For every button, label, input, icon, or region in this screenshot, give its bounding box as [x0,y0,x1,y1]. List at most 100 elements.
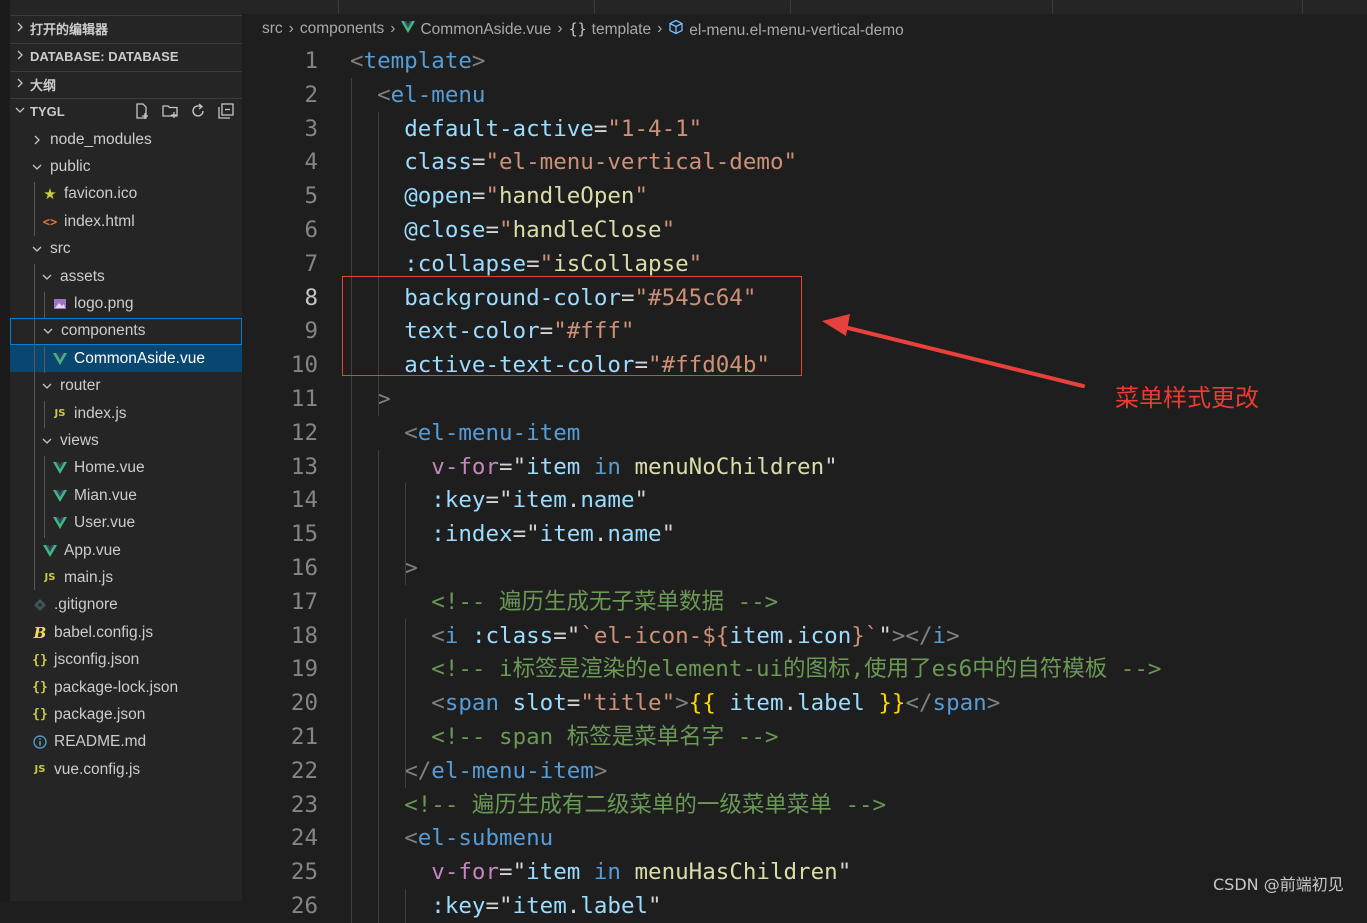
code-token: " [661,217,676,243]
code-token: < [350,48,364,74]
breadcrumb-item[interactable]: {} template [569,20,652,39]
code-line[interactable]: 13 v-for="item in menuNoChildren" [242,450,1367,484]
folder-item[interactable]: router [10,373,242,400]
code-line[interactable]: 22 </el-menu-item> [242,754,1367,788]
new-file-icon[interactable] [132,101,152,121]
highlight-box [342,276,802,376]
chevron-right-icon [30,134,44,146]
code-token: :key [431,893,486,919]
code-line[interactable]: 2 <el-menu [242,78,1367,112]
code-token: item [729,622,784,649]
code-token: isCollapse [553,250,689,277]
code-token: <!-- i标签是渲染的element-ui的图标,使用了es6中的自符模板 -… [431,656,1162,683]
code-line[interactable]: 5 @open="handleOpen" [242,179,1367,213]
file-item[interactable]: README.md [10,729,242,756]
file-item[interactable]: {} package.json [10,701,242,728]
code-token: span [444,690,500,717]
code-token: `el-icon-${ [580,622,730,649]
breadcrumb-separator-icon: › [657,20,663,37]
code-token: " [824,453,838,480]
code-text: <i :class="`el-icon-${item.icon}`"></i> [431,619,959,653]
code-token: span [932,690,987,717]
code-line[interactable]: 23 <!-- 遍历生成有二级菜单的一级菜单菜单 --> [242,788,1367,822]
code-token: :collapse [404,250,527,277]
file-item[interactable]: Bbabel.config.js [10,619,242,646]
breadcrumb-label: template [591,20,652,38]
code-token: = [485,487,500,514]
editor-tabs-strip[interactable] [242,0,1367,14]
indent-guide [405,618,407,788]
braces-icon: {} [568,19,587,38]
code-text: > [377,382,391,416]
code-line[interactable]: 14:key="item.name" [242,483,1367,517]
code-line[interactable]: 26:key="item.label" [242,889,1367,923]
code-token: . [783,690,798,717]
breadcrumb-item[interactable]: CommonAside.vue [401,20,551,39]
line-number: 8 [304,284,318,311]
breadcrumb-item[interactable]: src [262,20,283,38]
folder-item[interactable]: views [10,427,242,454]
tree-item-label: public [50,157,91,175]
code-token: el-menu [390,81,486,108]
code-line[interactable]: 24 <el-submenu [242,821,1367,855]
file-item[interactable]: JS vue.config.js [10,756,242,783]
tree-indent-guide [44,401,45,428]
folder-item[interactable]: src [10,236,242,263]
section-header-0[interactable]: 打开的编辑器 [10,15,242,41]
file-item[interactable]: {} jsconfig.json [10,647,242,674]
code-token: > [471,48,486,74]
code-token: default-active [404,115,594,142]
code-line[interactable]: 19 <!-- i标签是渲染的element-ui的图标,使用了es6中的自符模板… [242,652,1367,686]
line-number: 7 [304,250,318,277]
code-editor[interactable]: src › components › CommonAside.vue ›{} templat… [242,0,1367,923]
new-folder-icon[interactable] [160,101,180,121]
code-line[interactable]: 21 <!-- span 标签是菜单名字 --> [242,720,1367,754]
line-number: 19 [290,656,318,683]
code-line[interactable]: 18 <i :class="`el-icon-${item.icon}`"></i… [242,619,1367,653]
code-token: " [648,893,662,919]
tree-item-label: logo.png [74,294,134,312]
code-line[interactable]: 15:index="item.name" [242,517,1367,551]
breadcrumb: src › components › CommonAside.vue › {} templat… [242,14,1367,44]
breadcrumb-item[interactable]: el-menu.el-menu-vertical-demo [668,19,904,40]
code-line[interactable]: 4 class="el-menu-vertical-demo" [242,145,1367,179]
refresh-icon[interactable] [188,101,208,121]
folder-item[interactable]: assets [10,263,242,290]
code-line[interactable]: 3 default-active="1-4-1" [242,112,1367,146]
code-line[interactable]: 1 <template> [242,44,1367,78]
folder-item[interactable]: node_modules [10,126,242,153]
section-header-2[interactable]: 大纲 [10,71,242,97]
js-icon: JS [44,572,56,584]
file-item[interactable]: {} package-lock.json [10,674,242,701]
info-icon [30,735,50,749]
collapse-all-icon[interactable] [216,101,236,121]
folder-item[interactable]: public [10,153,242,180]
section-header-1[interactable]: DATABASE: DATABASE [10,43,242,69]
code-token: < [404,419,418,446]
code-line[interactable]: 16 > [242,551,1367,585]
line-number: 24 [290,825,318,852]
file-item[interactable]: JS main.js [10,564,242,591]
code-token: "el-menu-vertical-demo" [485,149,798,176]
code-line[interactable]: 25 v-for="item in menuHasChildren" [242,855,1367,889]
file-item[interactable]: <> index.html [10,208,242,235]
code-line[interactable]: 20 <span slot="title">{{ item.label }}</s… [242,686,1367,720]
breadcrumb-item[interactable]: components [300,20,384,38]
file-item[interactable]: App.vue [10,537,242,564]
code-token: @close [404,217,486,243]
breadcrumb-separator-icon: › [288,20,294,37]
code-token: . [566,487,581,514]
tree-indent-guide [44,456,45,538]
file-item[interactable]: .gitignore [10,592,242,619]
folder-item[interactable]: components [10,317,242,345]
code-token: " [634,487,649,514]
code-line[interactable]: 6 @close="handleClose" [242,213,1367,247]
code-token: el-submenu [417,825,554,852]
code-text: :index="item.name" [431,517,675,551]
section-header-3[interactable]: TYGL [10,98,242,124]
code-line[interactable]: 17 <!-- 遍历生成无子菜单数据 --> [242,585,1367,619]
tree-item-label: package-lock.json [54,678,179,696]
code-line[interactable]: 12 <el-menu-item [242,416,1367,450]
file-item[interactable]: ★ favicon.ico [10,181,242,208]
